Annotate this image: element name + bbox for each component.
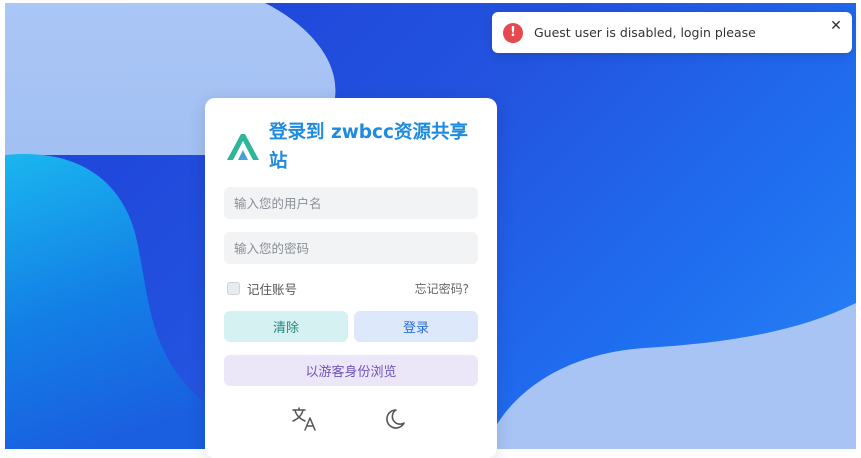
page-title: 登录到 zwbcc资源共享站	[269, 122, 468, 172]
toast-message: Guest user is disabled, login please	[534, 25, 756, 40]
close-icon[interactable]: ✕	[828, 18, 844, 34]
error-toast: ! Guest user is disabled, login please ✕	[492, 12, 852, 53]
password-input[interactable]	[224, 232, 478, 264]
login-button[interactable]: 登录	[354, 311, 478, 342]
login-card: 登录到 zwbcc资源共享站 记住账号 忘记密码? 清除 登录 以游客身份浏览	[205, 98, 497, 458]
moon-icon[interactable]	[385, 406, 411, 432]
forgot-password-link[interactable]: 忘记密码?	[415, 280, 469, 297]
error-icon: !	[503, 22, 523, 43]
remember-checkbox[interactable]	[227, 282, 240, 295]
remember-account[interactable]: 记住账号	[227, 279, 297, 298]
username-input[interactable]	[224, 187, 478, 219]
logo-icon	[227, 134, 259, 160]
translate-icon[interactable]	[291, 406, 317, 432]
remember-label: 记住账号	[247, 282, 298, 297]
guest-browse-button[interactable]: 以游客身份浏览	[224, 355, 478, 386]
clear-button[interactable]: 清除	[224, 311, 348, 342]
